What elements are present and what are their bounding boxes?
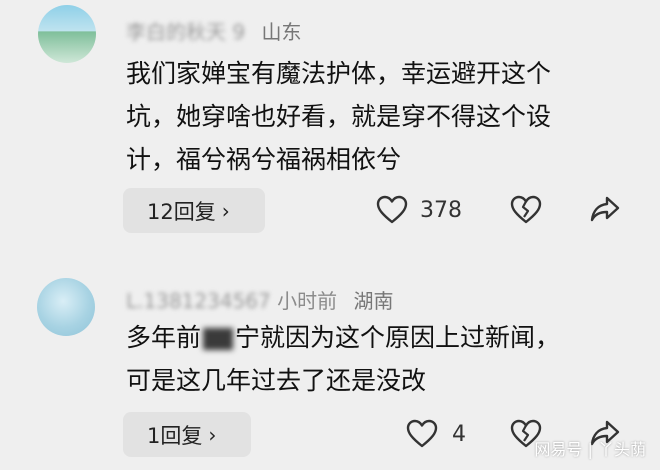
like-button[interactable]: 378 [376, 195, 462, 225]
chevron-right-icon: › [208, 422, 217, 447]
username[interactable]: 李白的秋天 [126, 20, 226, 44]
location: 湖南 [353, 289, 394, 313]
watermark: 网易号 | 丫头荫 [534, 440, 646, 459]
replies-label: 12回复 [147, 199, 216, 224]
location: 山东 [261, 20, 302, 44]
post-time: 小时前 [277, 289, 338, 313]
like-count: 4 [452, 421, 466, 447]
comment-line: 计，福兮祸兮福祸相依兮 [126, 145, 402, 174]
comment-line: 多年前 宁就因为这个原因上过新闻， [126, 323, 561, 352]
comment-line: 坑，她穿啥也好看，就是穿不得这个设 [126, 102, 552, 131]
redacted-block [203, 328, 234, 350]
username[interactable]: L.1381234567 [126, 289, 271, 313]
dislike-button[interactable] [510, 195, 542, 225]
share-button[interactable] [590, 195, 620, 223]
replies-label: 1回复 [147, 423, 203, 448]
comment-meta: 李白的秋天 9 山东 [126, 16, 301, 45]
replies-button[interactable]: 12回复 › [123, 188, 265, 233]
broken-heart-icon [510, 195, 542, 225]
comment-text: 我们家婵宝有魔法护体，幸运避开这个 坑，她穿啥也好看，就是穿不得这个设 计，福兮… [126, 52, 646, 181]
heart-icon [376, 195, 408, 225]
post-time: 9 [232, 20, 246, 44]
like-count: 378 [420, 197, 462, 223]
avatar[interactable] [38, 5, 96, 63]
comment-text: 多年前 宁就因为这个原因上过新闻， 可是这几年过去了还是没改 [126, 316, 646, 402]
comment-line: 我们家婵宝有魔法护体，幸运避开这个 [126, 59, 552, 88]
comment-meta: L.1381234567 小时前 湖南 [126, 285, 393, 314]
replies-button[interactable]: 1回复 › [123, 412, 251, 457]
share-icon [590, 195, 620, 223]
like-button[interactable]: 4 [406, 419, 466, 449]
chevron-right-icon: › [221, 198, 230, 223]
heart-icon [406, 419, 438, 449]
avatar[interactable] [37, 278, 95, 336]
comment-line: 可是这几年过去了还是没改 [126, 366, 427, 395]
